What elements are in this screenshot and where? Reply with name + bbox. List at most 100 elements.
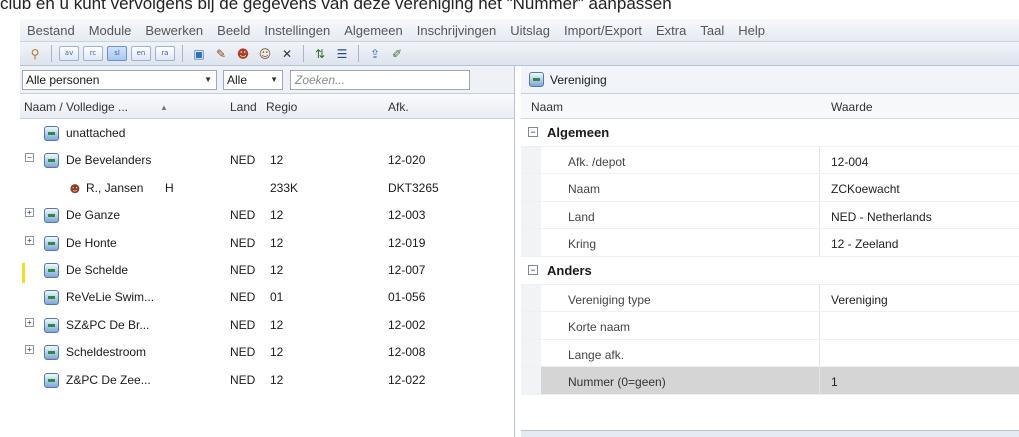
property-row[interactable]: Vereniging type Vereniging (521, 284, 1019, 313)
property-row[interactable]: Lange afk. (521, 339, 1019, 368)
toolbar: ⚲ av rc sl en ra ▣ ✎ ☻ ☺ ✕ ⇅ ☰ ⇪ ✐ (20, 42, 1019, 66)
row-gutter (521, 339, 541, 367)
column-name-header[interactable]: Naam / Volledige ... (24, 100, 128, 114)
row-gutter (521, 229, 541, 256)
property-row[interactable]: Afk. /depot 12-004 (521, 146, 1019, 175)
row-regio: 12 (270, 208, 284, 223)
row-afk: 12-002 (388, 317, 426, 332)
row-regio: 12 (270, 345, 284, 360)
club-name: unattached (66, 126, 126, 140)
menu-item[interactable]: Inschrijvingen (410, 23, 504, 38)
property-value[interactable]: ZCKoewacht (831, 182, 900, 196)
property-value[interactable]: 12 - Zeeland (831, 237, 898, 251)
row-gutter (521, 201, 541, 229)
property-row[interactable]: Nummer (0=geen) 1 (521, 367, 1019, 395)
property-panel: Vereniging Naam Waarde − Algemeen Afk. /de… (521, 66, 1019, 437)
row-regio: 12 (270, 153, 284, 168)
property-category[interactable]: − Anders (521, 257, 1019, 285)
property-label: Vereniging type (568, 292, 651, 307)
tree-expander-icon[interactable]: + (25, 317, 34, 327)
club-icon (44, 345, 59, 361)
tree-expander-icon[interactable]: + (25, 345, 34, 355)
sort-alt-icon[interactable]: ☰ (333, 45, 351, 63)
person-row[interactable]: ☻ R., Jansen H 233K DKT3265 (20, 174, 514, 201)
delete-icon[interactable]: ✕ (278, 45, 296, 63)
collapse-icon[interactable]: − (528, 127, 538, 137)
edit-icon[interactable]: ✎ (212, 45, 230, 63)
person-icon: ☻ (67, 179, 83, 197)
property-value[interactable]: 1 (831, 375, 838, 389)
view-av-button[interactable]: av (59, 46, 79, 61)
column-land-header[interactable]: Land (230, 100, 257, 114)
menu-item[interactable]: Bestand (20, 23, 82, 38)
menu-item[interactable]: Uitslag (503, 23, 557, 38)
row-land: NED (230, 290, 256, 305)
person-filter-select[interactable]: Alle personen ▼ (22, 70, 217, 90)
property-row[interactable]: Land NED - Netherlands (521, 201, 1019, 230)
row-marker (22, 262, 25, 283)
row-afk: 12-003 (388, 208, 426, 223)
region-filter-select[interactable]: Alle ▼ (223, 70, 283, 90)
property-category[interactable]: − Algemeen (521, 119, 1019, 147)
menu-item[interactable]: Taal (693, 23, 731, 38)
club-row[interactable]: De Schelde NED 12 12-007 (20, 256, 514, 283)
club-row[interactable]: + SZ&PC De Br... NED 12 12-002 (20, 311, 514, 338)
menu-item[interactable]: Help (731, 23, 772, 38)
club-icon (44, 290, 59, 306)
collapse-icon[interactable]: − (528, 264, 538, 275)
edit-page-icon[interactable]: ✐ (388, 45, 406, 63)
menu-item[interactable]: Bewerken (138, 23, 210, 38)
search-placeholder: Zoeken... (295, 73, 346, 87)
club-name: Z&PC De Zee... (66, 372, 151, 387)
property-value[interactable]: NED - Netherlands (831, 210, 932, 224)
tree-expander-icon[interactable]: + (25, 235, 34, 245)
menu-item[interactable]: Module (82, 23, 139, 38)
column-divider (819, 312, 820, 339)
row-regio: 12 (270, 317, 284, 332)
tree-expander-icon[interactable]: + (25, 208, 34, 218)
club-row[interactable]: ReVeLie Swim... NED 01 01-056 (20, 283, 514, 310)
property-value[interactable]: Vereniging (831, 293, 888, 307)
club-row[interactable]: − De Bevelanders NED 12 12-020 (20, 146, 514, 173)
club-icon (44, 153, 59, 169)
column-regio-header[interactable]: Regio (266, 100, 297, 114)
club-name: SZ&PC De Br... (66, 317, 150, 332)
view-sl-button[interactable]: sl (107, 46, 127, 61)
sort-icon[interactable]: ⇅ (311, 45, 329, 63)
property-value[interactable]: 12-004 (831, 155, 868, 169)
club-row[interactable]: unattached (20, 119, 514, 146)
add-person-icon[interactable]: ☻ (234, 45, 252, 63)
person-gender: H (165, 180, 174, 195)
remove-person-icon[interactable]: ☺ (256, 45, 274, 63)
export-icon[interactable]: ⇪ (366, 45, 384, 63)
club-row[interactable]: + De Honte NED 12 12-019 (20, 229, 514, 256)
menu-item[interactable]: Instellingen (257, 23, 337, 38)
menu-item[interactable]: Algemeen (337, 23, 410, 38)
club-row[interactable]: Z&PC De Zee... NED 12 12-022 (20, 366, 514, 393)
add-club-icon[interactable]: ▣ (190, 45, 208, 63)
tree-expander-icon[interactable]: − (25, 153, 34, 163)
property-row[interactable]: Naam ZCKoewacht (521, 174, 1019, 202)
row-regio: 233K (270, 180, 299, 195)
search-input[interactable]: Zoeken... (290, 70, 470, 90)
column-afk-header[interactable]: Afk. (388, 100, 409, 114)
club-row[interactable]: + Scheldestroom NED 12 12-008 (20, 338, 514, 365)
property-row[interactable]: Kring 12 - Zeeland (521, 229, 1019, 257)
view-ra-button[interactable]: ra (155, 46, 175, 61)
category-label: Algemeen (547, 125, 610, 140)
menu-item[interactable]: Beeld (210, 23, 257, 38)
menu-item[interactable]: Import/Export (557, 23, 649, 38)
property-panel-title: Vereniging (550, 73, 607, 87)
home-icon[interactable]: ⚲ (26, 45, 44, 63)
row-afk: 12-007 (388, 262, 426, 277)
view-rc-button[interactable]: rc (83, 46, 103, 61)
row-afk: 01-056 (388, 290, 426, 305)
menu-item[interactable]: Extra (649, 23, 693, 38)
property-label: Kring (568, 237, 597, 252)
toolbar-separator (182, 45, 183, 62)
club-icon (529, 72, 544, 87)
view-en-button[interactable]: en (131, 46, 151, 61)
club-row[interactable]: + De Ganze NED 12 12-003 (20, 201, 514, 228)
column-divider (819, 284, 820, 312)
property-row[interactable]: Korte naam (521, 312, 1019, 340)
